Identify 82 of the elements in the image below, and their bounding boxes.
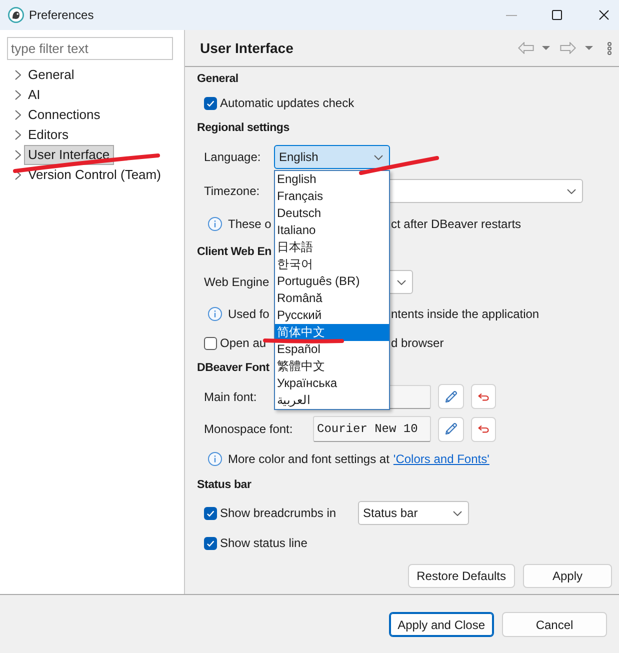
filter-field[interactable]: type filter text [7,37,173,60]
apply-and-close-button[interactable]: Apply and Close [388,612,494,637]
monospace-font-field[interactable]: Courier New 10 [313,416,431,442]
checkbox-label[interactable]: Open au [220,336,266,350]
checkbox-icon[interactable] [204,506,217,520]
breadcrumbs-location-dropdown[interactable]: Status bar [358,501,469,525]
undo-arrow-icon [478,425,489,433]
tree-item[interactable]: Connections [24,105,104,125]
dropdown-option[interactable]: Deutsch [275,205,389,222]
checkbox-label[interactable]: Show status line [220,534,308,552]
chevron-right-icon[interactable] [15,170,21,180]
dropdown-option[interactable]: 繁體中文 [275,358,389,375]
page-title: User Interface [200,38,294,58]
chevron-right-icon[interactable] [15,150,21,160]
checkbox-label[interactable]: Automatic updates check [220,94,354,112]
section-heading: DBeaver Font [197,361,270,376]
tree-item[interactable]: Version Control (Team) [24,165,165,185]
reset-font-button[interactable] [471,384,496,409]
chevron-down-icon [567,188,576,194]
section-heading: Regional settings [197,121,290,136]
dropdown-option[interactable]: 日本語 [275,239,389,256]
caret-down-icon[interactable] [542,46,550,50]
info-text: These o [228,217,272,231]
language-dropdown[interactable]: English [274,145,390,169]
chevron-down-icon [374,154,383,160]
dropdown-option[interactable]: 简体中文 [275,324,389,341]
info-icon [208,217,222,231]
dropdown-option[interactable]: Русский [275,307,389,324]
reset-font-button[interactable] [471,416,496,442]
dropdown-option[interactable]: Română [275,290,389,307]
tree-item[interactable]: User Interface [24,145,114,165]
checkbox-icon[interactable] [204,536,217,550]
maximize-icon[interactable] [552,10,562,20]
window-title: Preferences [29,7,94,24]
dropdown-option[interactable]: العربية [275,392,389,409]
checkbox-icon[interactable] [204,336,217,350]
close-icon[interactable] [599,10,609,20]
section-heading: Status bar [197,478,252,494]
dropdown-option[interactable]: Italiano [275,222,389,239]
section-heading: General [197,72,238,88]
info-icon [208,452,222,466]
dropdown-option[interactable]: Español [275,341,389,358]
more-options-icon[interactable] [607,42,612,54]
tree-item[interactable]: General [24,65,78,85]
info-icon [208,307,222,321]
section-heading: Client Web En [197,245,272,260]
chevron-right-icon[interactable] [15,130,21,140]
checkbox-icon[interactable] [204,96,217,110]
dropdown-option[interactable]: 한국어 [275,256,389,273]
tree-item[interactable]: AI [24,85,44,105]
field-label: Web Engine [204,275,270,289]
chevron-right-icon[interactable] [15,90,21,100]
checkbox-label[interactable]: Show breadcrumbs in [220,506,336,520]
dropdown-option[interactable]: English [275,171,389,188]
chevron-down-icon [397,280,406,284]
chevron-down-icon [453,510,462,516]
field-label: Timezone: [204,184,260,198]
apply-button[interactable]: Apply [523,564,612,588]
chevron-right-icon[interactable] [15,110,21,120]
dropdown-option[interactable]: Français [275,188,389,205]
edit-font-button[interactable] [438,416,464,442]
info-text: Used fo [228,307,270,321]
edit-font-button[interactable] [438,384,464,409]
info-text: ct after DBeaver restarts [391,216,522,233]
field-label: Main font: [204,390,257,404]
chevron-right-icon[interactable] [15,70,21,80]
pencil-icon [444,422,458,436]
info-text: More color and font settings at 'Colors and Fonts' [228,451,490,468]
restore-defaults-button[interactable]: Restore Defaults [408,564,515,588]
info-text: ntents inside the application [391,306,540,323]
cancel-button[interactable]: Cancel [502,612,607,637]
colors-and-fonts-link[interactable]: 'Colors and Fonts' [393,452,490,466]
checkbox-label[interactable]: d browser [391,334,444,352]
dropdown-option[interactable]: Português (BR) [275,273,389,290]
pencil-icon [444,390,458,404]
dropdown-option[interactable]: Українська [275,375,389,392]
tree-item[interactable]: Editors [24,125,72,145]
undo-arrow-icon [478,392,489,400]
caret-down-icon[interactable] [585,46,593,50]
field-label: Monospace font: [204,422,293,436]
app-logo-icon [8,7,24,23]
field-label: Language: [204,150,261,164]
